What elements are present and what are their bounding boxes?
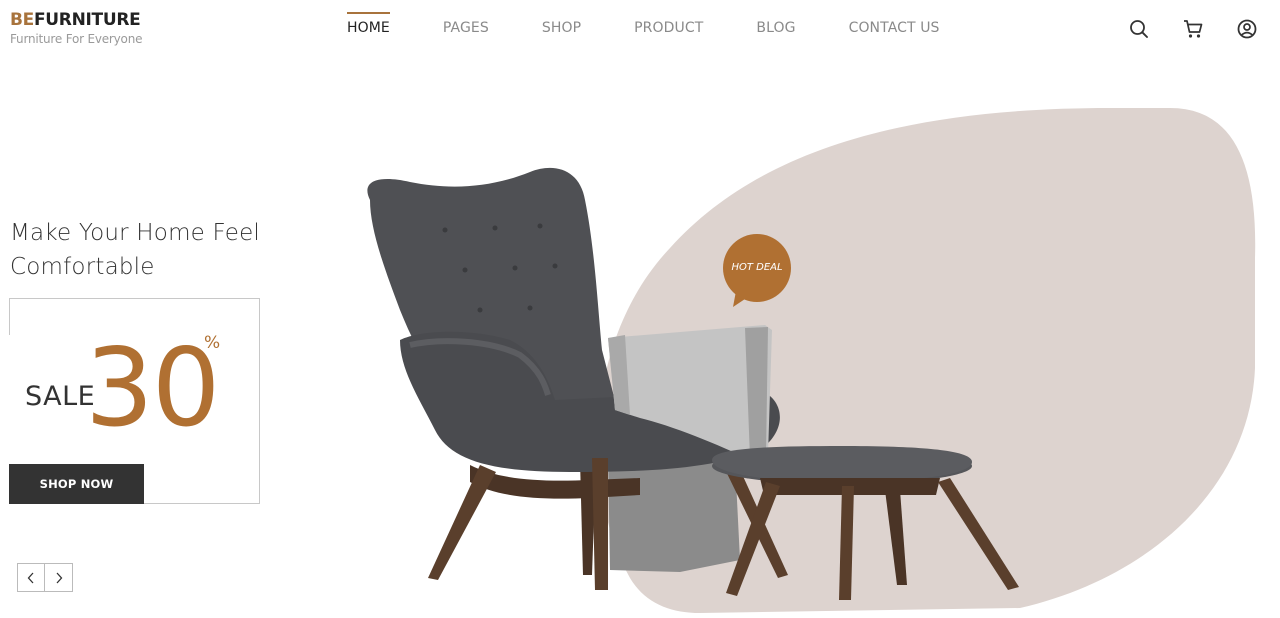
chevron-right-icon (56, 572, 62, 583)
hero-headline-line1: Make Your Home Feel (10, 220, 261, 246)
hero-headline-line2: Comfortable (10, 254, 155, 280)
header-actions (1128, 18, 1258, 40)
shop-now-button[interactable]: SHOP NOW (9, 464, 144, 504)
chair-leg-front (428, 465, 496, 580)
brand-tagline: Furniture For Everyone (10, 32, 143, 46)
armchair-illustration (367, 167, 1019, 600)
slider-prev-button[interactable] (17, 563, 45, 592)
sale-box: SALE 30 % SHOP NOW (9, 298, 260, 504)
percent-sign: % (204, 333, 221, 353)
slider-controls (17, 563, 73, 592)
nav-contact-us[interactable]: CONTACT US (849, 12, 940, 36)
brand-logo[interactable]: BEFURNITURE Furniture For Everyone (10, 9, 142, 46)
blanket-drape (608, 455, 740, 572)
nav-blog[interactable]: BLOG (756, 12, 795, 36)
cart-icon[interactable] (1182, 18, 1204, 40)
brand-name: BEFURNITURE (10, 9, 142, 31)
nav-home[interactable]: HOME (347, 12, 390, 36)
brand-prefix: BE (10, 10, 34, 30)
user-icon[interactable] (1236, 18, 1258, 40)
brand-title: FURNITURE (33, 10, 141, 30)
hero-headline: Make Your Home Feel Comfortable (10, 216, 260, 284)
main-nav: HOME PAGES SHOP PRODUCT BLOG CONTACT US (347, 12, 993, 36)
nav-pages[interactable]: PAGES (443, 12, 489, 36)
sale-percentage: 30 (85, 326, 220, 451)
search-icon[interactable] (1128, 18, 1150, 40)
nav-shop[interactable]: SHOP (542, 12, 581, 36)
hot-deal-text: HOT DEAL (731, 262, 783, 273)
slider-next-button[interactable] (45, 563, 73, 592)
nav-product[interactable]: PRODUCT (634, 12, 703, 36)
chevron-left-icon (27, 572, 34, 583)
